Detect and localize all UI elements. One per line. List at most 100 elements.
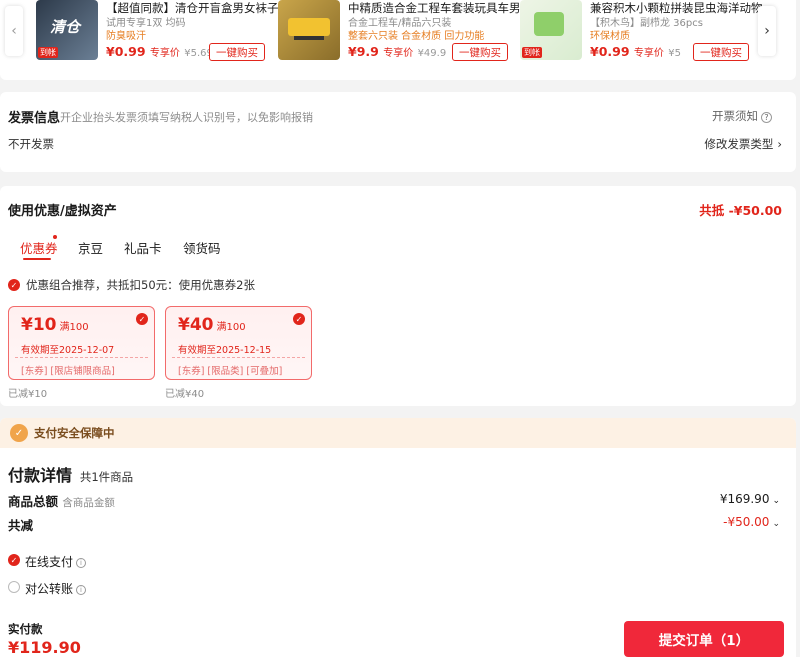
price-value: ¥0.99 bbox=[590, 44, 630, 59]
coupon-card[interactable]: ¥40 满100 有效期至2025-12-15 [东券] [限品类] [可叠加] … bbox=[165, 306, 312, 380]
coupon-card[interactable]: ¥10 满100 有效期至2025-12-07 [东券] [限店铺限商品] ✓ bbox=[8, 306, 155, 380]
price-label: 专享价 bbox=[149, 48, 180, 59]
price-value: ¥9.9 bbox=[348, 44, 379, 59]
coupon-amount: ¥40 满100 bbox=[178, 315, 246, 335]
coupon-divider bbox=[172, 357, 305, 358]
coupon-divider bbox=[15, 357, 148, 358]
actual-payment-label: 实付款 bbox=[8, 622, 43, 636]
coupon-amount: ¥10 满100 bbox=[21, 315, 89, 335]
product-card[interactable]: 到帐 兼容积木小颗粒拼装昆虫海洋动物 【积木鸟】副栉龙 36pcs 环保材质 ¥… bbox=[520, 0, 763, 64]
product-card[interactable]: 清仓 到帐 【超值同款】清仓开盲盒男女袜子 试用专享1双 均码 防臭吸汗 ¥0.… bbox=[36, 0, 279, 64]
goods-total-row: 商品总额 含商品金额 bbox=[8, 491, 115, 510]
product-price: ¥0.99 专享价 ¥5 bbox=[590, 44, 681, 59]
security-banner-text: 支付安全保障中 bbox=[34, 426, 115, 440]
coupon-condition: 满100 bbox=[59, 322, 89, 333]
coupon-tags: [东券] [限品类] [可叠加] bbox=[178, 366, 283, 377]
goods-total-label: 商品总额 bbox=[8, 494, 59, 509]
product-feature-tag: 环保材质 bbox=[590, 31, 630, 42]
total-discount: 共抵 -¥50.00 bbox=[699, 203, 782, 218]
price-label: 专享价 bbox=[383, 48, 414, 59]
coupon-value: ¥40 bbox=[178, 315, 214, 335]
item-count: 共1件商品 bbox=[79, 470, 134, 484]
bank-transfer-label: 对公转账 bbox=[25, 582, 74, 596]
modify-invoice-label: 修改发票类型 bbox=[704, 137, 774, 151]
tab-jingdou[interactable]: 京豆 bbox=[78, 238, 103, 257]
reduction-label: 共减 bbox=[8, 518, 34, 533]
quick-buy-button[interactable]: 一键购买 bbox=[693, 43, 749, 61]
invoice-hint: 开企业抬头发票须填写纳税人识别号，以免影响报销 bbox=[60, 111, 313, 124]
product-thumbnail bbox=[278, 0, 340, 60]
check-icon[interactable]: ✓ bbox=[293, 313, 305, 325]
active-tab-underline bbox=[23, 258, 51, 260]
recommendation-strip: ‹ 清仓 到帐 【超值同款】清仓开盲盒男女袜子 试用专享1双 均码 防臭吸汗 ¥… bbox=[0, 0, 796, 80]
tab-pickup-code[interactable]: 领货码 bbox=[183, 238, 221, 257]
product-thumbnail: 清仓 到帐 bbox=[36, 0, 98, 60]
security-banner: ✓ 支付安全保障中 bbox=[0, 418, 796, 448]
reduction-value[interactable]: -¥50.00 ⌄ bbox=[723, 515, 780, 529]
coupon-validity: 有效期至2025-12-07 bbox=[21, 345, 115, 356]
quick-buy-button[interactable]: 一键购买 bbox=[209, 43, 265, 61]
goods-total-amount: ¥169.90 bbox=[719, 492, 770, 506]
tab-coupons[interactable]: 优惠券 bbox=[20, 238, 58, 257]
online-pay-radio[interactable]: ✓ bbox=[8, 554, 20, 566]
original-price: ¥49.9 bbox=[417, 48, 447, 59]
payment-section: ✓ 支付安全保障中 付款详情 共1件商品 商品总额 含商品金额 ¥169.90 ⌄… bbox=[0, 418, 796, 657]
payment-header: 付款详情 共1件商品 bbox=[8, 462, 133, 486]
coupon-condition: 满100 bbox=[216, 322, 246, 333]
bank-transfer-radio[interactable] bbox=[8, 581, 20, 593]
thumbnail-caption: 清仓 bbox=[50, 18, 81, 36]
coupon-used-amount: 已减¥40 bbox=[165, 389, 205, 400]
product-card[interactable]: 中精质造合金工程车套装玩具车男 合金工程车/精品六只装 整套六只装 合金材质 回… bbox=[278, 0, 521, 64]
thumbnail-badge: 到帐 bbox=[38, 47, 58, 58]
goods-total-value[interactable]: ¥169.90 ⌄ bbox=[720, 492, 780, 506]
product-thumbnail: 到帐 bbox=[520, 0, 582, 60]
coupon-recommendation: ✓ 优惠组合推荐，共抵扣50元：使用优惠券2张 bbox=[8, 277, 255, 293]
help-icon: ? bbox=[761, 112, 772, 123]
check-icon: ✓ bbox=[10, 555, 18, 565]
shield-icon: ✓ bbox=[10, 424, 28, 442]
bank-transfer-option[interactable]: 对公转账 i bbox=[25, 580, 87, 597]
scroll-left-button[interactable]: ‹ bbox=[5, 6, 23, 56]
online-pay-label: 在线支付 bbox=[25, 555, 74, 569]
info-icon[interactable]: i bbox=[76, 558, 87, 568]
price-label: 专享价 bbox=[633, 48, 664, 59]
chevron-down-icon: ⌄ bbox=[772, 496, 780, 506]
chevron-right-icon: › bbox=[777, 137, 782, 151]
chevron-down-icon: ⌄ bbox=[772, 519, 780, 529]
coupon-validity: 有效期至2025-12-15 bbox=[178, 345, 272, 356]
product-feature-tag: 防臭吸汗 bbox=[106, 31, 146, 42]
thumbnail-badge: 到帐 bbox=[522, 47, 542, 58]
payment-title: 付款详情 bbox=[8, 466, 73, 485]
check-icon: ✓ bbox=[8, 279, 20, 291]
quick-buy-button[interactable]: 一键购买 bbox=[452, 43, 508, 61]
coupon-value: ¥10 bbox=[21, 315, 57, 335]
tab-gift-card[interactable]: 礼品卡 bbox=[124, 238, 162, 257]
coupon-tags: [东券] [限店铺限商品] bbox=[21, 366, 115, 377]
goods-total-hint: 含商品金额 bbox=[62, 497, 115, 509]
recommendation-text: 优惠组合推荐，共抵扣50元：使用优惠券2张 bbox=[26, 278, 255, 292]
coupons-section: 使用优惠/虚拟资产 共抵 -¥50.00 优惠券 京豆 礼品卡 领货码 ✓ 优惠… bbox=[0, 186, 796, 406]
submit-order-button[interactable]: 提交订单（1） bbox=[624, 621, 784, 657]
original-price: ¥5 bbox=[668, 48, 681, 59]
reduction-amount: -¥50.00 bbox=[723, 515, 770, 529]
info-icon[interactable]: i bbox=[76, 585, 87, 595]
tab-dot-indicator bbox=[53, 235, 57, 239]
product-price: ¥9.9 专享价 ¥49.9 bbox=[348, 44, 446, 59]
invoice-notice-link[interactable]: 开票须知? bbox=[712, 108, 772, 124]
product-feature-tag: 整套六只装 合金材质 回力功能 bbox=[348, 31, 485, 42]
coupon-used-amount: 已减¥10 bbox=[8, 389, 48, 400]
invoice-section: 发票信息 开企业抬头发票须填写纳税人识别号，以免影响报销 开票须知? 不开发票 … bbox=[0, 92, 796, 172]
invoice-notice-label: 开票须知 bbox=[712, 109, 758, 123]
coupons-title: 使用优惠/虚拟资产 bbox=[8, 204, 117, 219]
building-blocks-icon bbox=[534, 12, 564, 36]
check-icon[interactable]: ✓ bbox=[136, 313, 148, 325]
price-value: ¥0.99 bbox=[106, 44, 146, 59]
modify-invoice-link[interactable]: 修改发票类型 › bbox=[704, 136, 782, 152]
chevron-right-icon: › bbox=[764, 23, 770, 39]
toy-truck-icon bbox=[288, 18, 330, 36]
product-price: ¥0.99 专享价 ¥5.69 bbox=[106, 44, 213, 59]
scroll-right-button[interactable]: › bbox=[758, 6, 776, 56]
chevron-left-icon: ‹ bbox=[11, 23, 17, 39]
online-pay-option[interactable]: 在线支付 i bbox=[25, 553, 87, 570]
actual-payment-value: ¥119.90 bbox=[8, 638, 81, 657]
